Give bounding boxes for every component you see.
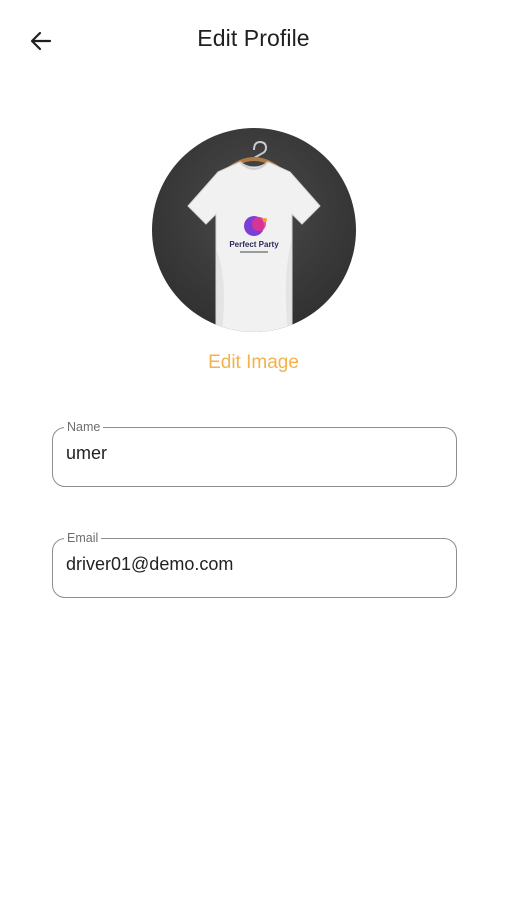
edit-image-button[interactable]: Edit Image [0, 352, 507, 374]
name-field[interactable]: Name [52, 420, 457, 487]
email-label: Email [64, 531, 102, 545]
name-input[interactable] [66, 443, 443, 464]
profile-avatar[interactable]: Perfect Party [152, 128, 356, 332]
email-input[interactable] [66, 554, 443, 575]
shirt-brand-text: Perfect Party [229, 240, 279, 249]
email-field[interactable]: Email [52, 531, 457, 598]
name-label: Name [64, 420, 104, 434]
page-title: Edit Profile [197, 25, 310, 51]
edit-profile-screen: Edit Profile Perfect Party Edit Image Na… [0, 0, 507, 900]
